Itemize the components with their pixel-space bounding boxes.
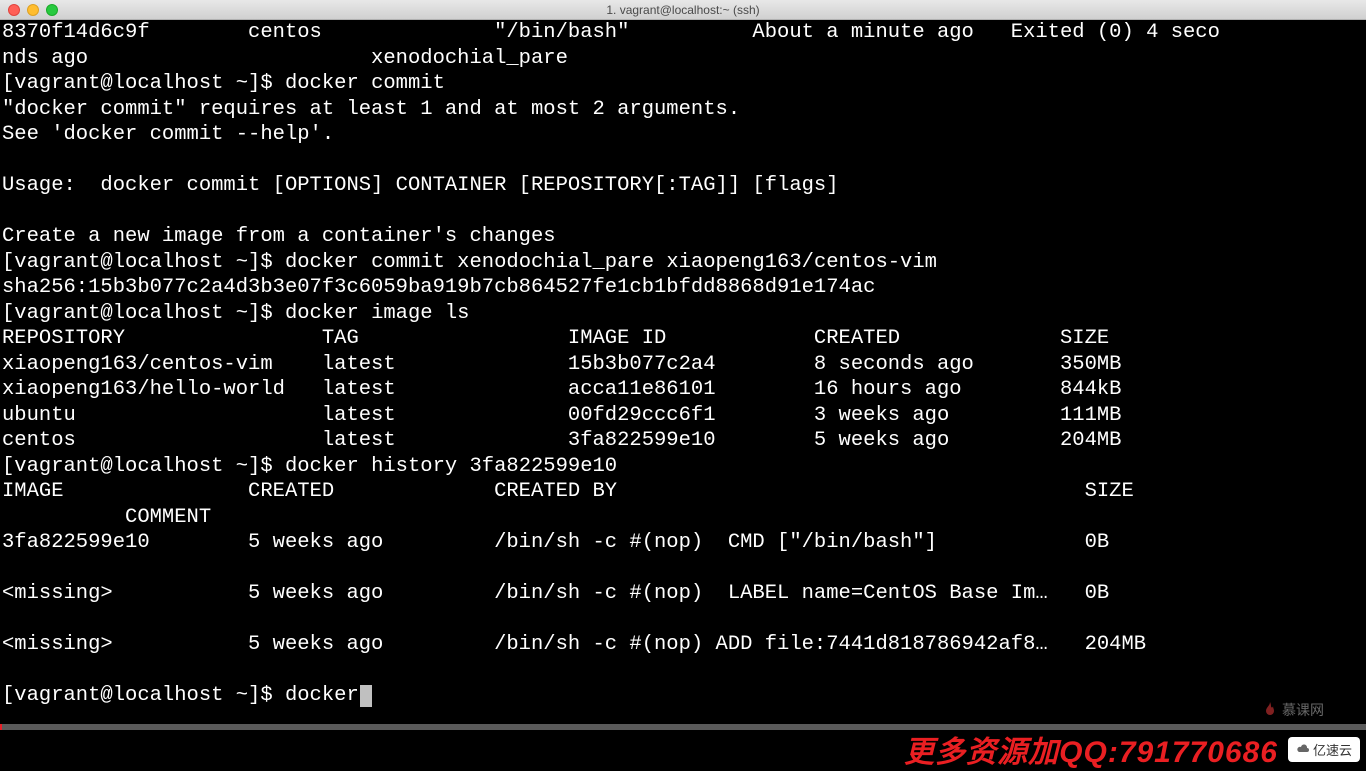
history-table-row: <missing> 5 weeks ago /bin/sh -c #(nop) … [2,582,1158,605]
minimize-window-button[interactable] [27,4,39,16]
traffic-lights [8,4,58,16]
maximize-window-button[interactable] [46,4,58,16]
mukewang-text: 慕课网 [1282,700,1324,720]
image-table-row: ubuntu latest 00fd29ccc6f1 3 weeks ago 1… [2,404,1121,427]
yisuyun-badge: 亿速云 [1288,737,1360,762]
terminal-prompt: [vagrant@localhost ~]$ [2,684,285,707]
mukewang-watermark: 慕课网 [1262,700,1324,720]
history-table-header: IMAGE CREATED CREATED BY SIZE [2,480,1158,503]
bottom-banner: 更多资源加QQ:791770686 亿速云 [0,730,1366,768]
history-table-header: COMMENT [2,506,211,529]
terminal-command: docker commit xenodochial_pare xiaopeng1… [285,251,937,274]
cloud-icon [1296,744,1310,754]
terminal-output[interactable]: 8370f14d6c9f centos "/bin/bash" About a … [0,20,1366,740]
window-titlebar: 1. vagrant@localhost:~ (ssh) [0,0,1366,20]
terminal-command: docker commit [285,72,445,95]
history-table-row: <missing> 5 weeks ago /bin/sh -c #(nop) … [2,633,1158,656]
terminal-prompt: [vagrant@localhost ~]$ [2,302,285,325]
image-table-row: xiaopeng163/centos-vim latest 15b3b077c2… [2,353,1121,376]
terminal-line: 8370f14d6c9f centos "/bin/bash" About a … [2,21,1220,44]
image-table-row: xiaopeng163/hello-world latest acca11e86… [2,378,1121,401]
terminal-prompt: [vagrant@localhost ~]$ [2,251,285,274]
close-window-button[interactable] [8,4,20,16]
terminal-prompt: [vagrant@localhost ~]$ [2,72,285,95]
yisuyun-text: 亿速云 [1313,740,1352,759]
terminal-command: docker history 3fa822599e10 [285,455,617,478]
terminal-cursor [360,685,372,707]
image-table-header: REPOSITORY TAG IMAGE ID CREATED SIZE [2,327,1109,350]
window-title: 1. vagrant@localhost:~ (ssh) [606,3,759,17]
history-table-row: 3fa822599e10 5 weeks ago /bin/sh -c #(no… [2,531,1158,554]
terminal-line: sha256:15b3b077c2a4d3b3e07f3c6059ba919b7… [2,276,875,299]
terminal-line: "docker commit" requires at least 1 and … [2,98,740,121]
terminal-line: nds ago xenodochial_pare [2,47,568,70]
terminal-prompt: [vagrant@localhost ~]$ [2,455,285,478]
banner-text: 更多资源加QQ:791770686 [904,727,1278,771]
terminal-line: Usage: docker commit [OPTIONS] CONTAINER… [2,174,839,197]
terminal-line: See 'docker commit --help'. [2,123,334,146]
flame-icon [1262,702,1278,718]
terminal-current-command: docker [285,684,359,707]
image-table-row: centos latest 3fa822599e10 5 weeks ago 2… [2,429,1121,452]
terminal-command: docker image ls [285,302,470,325]
terminal-line: Create a new image from a container's ch… [2,225,556,248]
